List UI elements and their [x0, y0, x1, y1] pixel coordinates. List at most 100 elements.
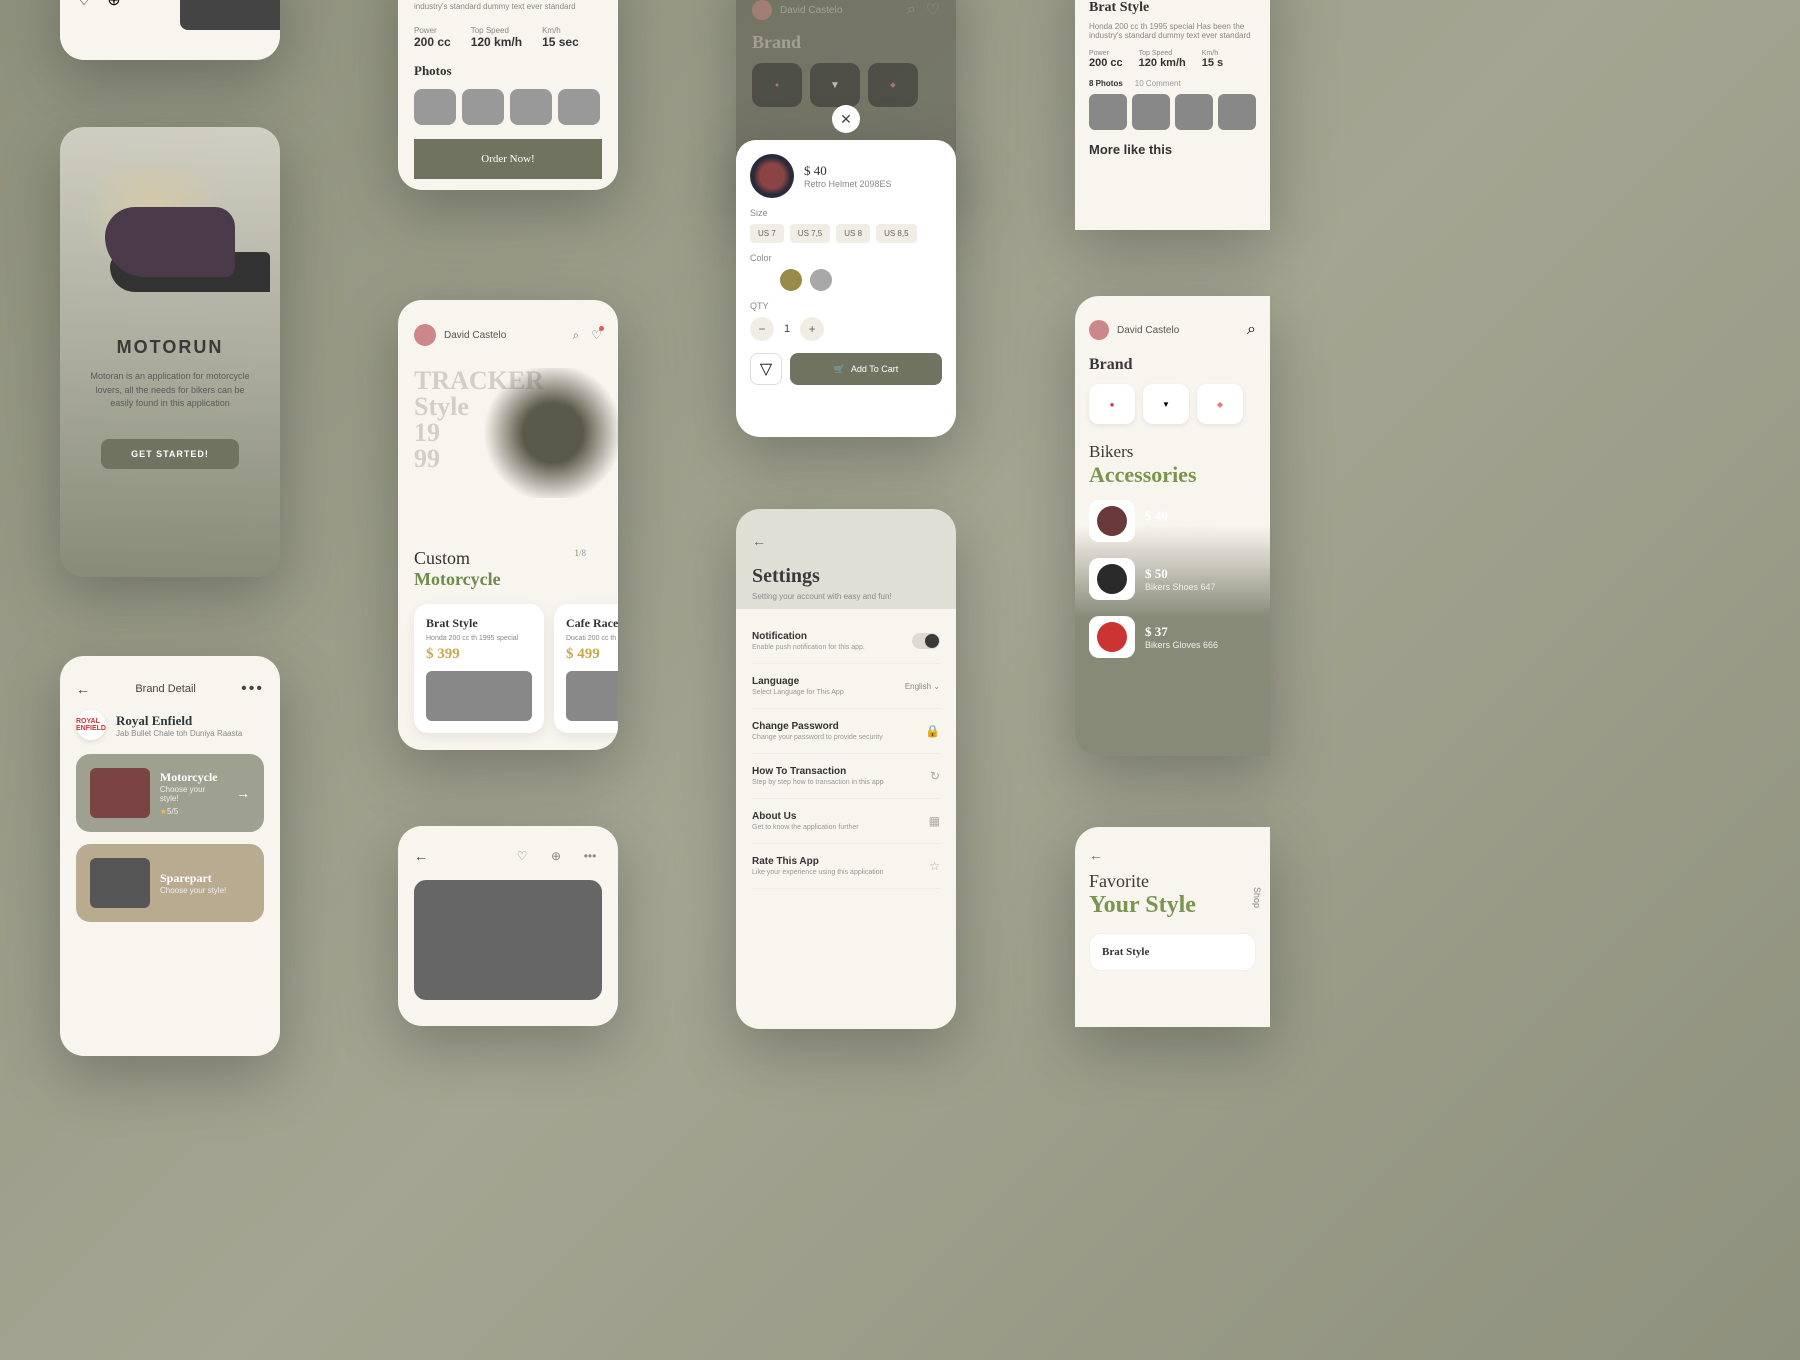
arrow-right-icon[interactable]: →	[236, 785, 250, 801]
search-icon[interactable]: ⌕	[573, 328, 580, 343]
card-subtitle: Choose your style!	[160, 886, 226, 895]
favorite-screen: ← Favorite Your Style Shop Brat Style	[1075, 827, 1270, 1027]
bell-icon[interactable]: ♡	[591, 328, 602, 343]
setting-row-password[interactable]: Change PasswordChange your password to p…	[752, 709, 940, 754]
setting-row-language[interactable]: LanguageSelect Language for This App Eng…	[752, 664, 940, 709]
back-icon[interactable]: ←	[752, 533, 766, 549]
color-swatch[interactable]	[750, 269, 772, 291]
card-subtitle: Choose your style!	[160, 785, 226, 803]
add-to-cart-button[interactable]: 🛒Add To Cart	[790, 353, 942, 385]
get-started-button[interactable]: GET STARTED!	[101, 439, 239, 469]
avatar[interactable]	[414, 324, 436, 346]
size-option[interactable]: US 7	[750, 224, 784, 243]
photo-thumb[interactable]	[462, 89, 504, 125]
more-like-heading: More like this	[1089, 142, 1256, 157]
accessory-item[interactable]: $ 37Bikers Gloves 666	[1075, 608, 1270, 666]
rating: ★5/5	[160, 807, 226, 816]
size-option[interactable]: US 7,5	[790, 224, 830, 243]
setting-row-transaction[interactable]: How To TransactionStep by step how to tr…	[752, 754, 940, 799]
brand-name: Royal Enfield	[116, 713, 242, 729]
brand-chip[interactable]: ▼	[1143, 384, 1189, 424]
photos-count[interactable]: 8 Photos	[1089, 79, 1123, 88]
brand-chip-harley[interactable]: ◆	[868, 63, 918, 107]
close-icon[interactable]: ✕	[832, 105, 860, 133]
more-icon[interactable]: •••	[241, 680, 264, 698]
bike-sub: Ducati 200 cc th special edition	[566, 635, 618, 642]
more-icon[interactable]: •••	[578, 844, 602, 868]
brand-chip-triumph[interactable]: ▼	[810, 63, 860, 107]
photo-thumb[interactable]	[1132, 94, 1170, 130]
bookmark-icon[interactable]: ▽	[750, 353, 782, 385]
accessory-item[interactable]: $ 50Bikers Shoes 647	[1075, 550, 1270, 608]
brand-chip-enfield[interactable]: ●	[752, 63, 802, 107]
photo-thumb[interactable]	[1218, 94, 1256, 130]
back-icon[interactable]: ←	[414, 848, 428, 864]
order-button[interactable]: Order Now!	[414, 139, 602, 179]
page-subtitle: Setting your account with easy and fun!	[752, 592, 940, 601]
avatar[interactable]	[1089, 320, 1109, 340]
brand-chip[interactable]: ●	[1089, 384, 1135, 424]
accessories-screen: David Castelo ⌕ Brand ● ▼ ◆ BikersAccess…	[1075, 296, 1270, 756]
user-name: David Castelo	[1117, 325, 1239, 336]
setting-row-rate[interactable]: Rate This AppLike your experience using …	[752, 844, 940, 889]
shop-tab[interactable]: Shop	[1252, 887, 1262, 908]
plus-icon[interactable]: +	[800, 317, 824, 341]
photo-thumb[interactable]	[558, 89, 600, 125]
section-title-2: Motorcycle	[414, 569, 501, 589]
minus-icon[interactable]: −	[750, 317, 774, 341]
app-description: Motoran is an application for motorcycle…	[60, 358, 280, 423]
search-icon[interactable]: ⌕	[907, 0, 916, 20]
section-title-1: Custom	[414, 548, 470, 568]
product-name: Retro Helmet 2098ES	[804, 179, 892, 189]
photo-thumb[interactable]	[414, 89, 456, 125]
spec-label-topspeed: Top Speed	[471, 26, 522, 35]
search-icon[interactable]: ⌕	[1247, 321, 1256, 339]
size-option[interactable]: US 8	[836, 224, 870, 243]
back-icon[interactable]: ←	[76, 681, 90, 697]
toggle-icon[interactable]	[912, 633, 940, 649]
home-screen: David Castelo ⌕ ♡ TRACKERStyle1999 Custo…	[398, 300, 618, 750]
specs-screen: Honda 200 cc th 1995 special Has been th…	[398, 0, 618, 190]
heart-icon[interactable]: ♡	[510, 844, 534, 868]
add-icon[interactable]: ⊕	[544, 844, 568, 868]
spec-label-kmh: Km/h	[542, 26, 579, 35]
category-card-motorcycle[interactable]: Motorcycle Choose your style! ★5/5 →	[76, 754, 264, 832]
setting-row-notification[interactable]: NotificationEnable push notification for…	[752, 619, 940, 664]
photo-thumb[interactable]	[1089, 94, 1127, 130]
color-swatch[interactable]	[780, 269, 802, 291]
avatar[interactable]	[752, 0, 772, 20]
page-title: Settings	[752, 565, 940, 588]
brand-chip[interactable]: ◆	[1197, 384, 1243, 424]
setting-row-about[interactable]: About UsGet to know the application furt…	[752, 799, 940, 844]
user-name: David Castelo	[780, 5, 842, 16]
size-label: Size	[750, 208, 942, 218]
gloves-icon	[1097, 622, 1127, 652]
star-icon: ★	[160, 807, 167, 816]
grid-icon: ▦	[929, 814, 940, 828]
shoes-icon	[1097, 564, 1127, 594]
bike-image	[180, 0, 280, 30]
accessory-item[interactable]: $ 40Retro Helmet 209	[1075, 492, 1270, 550]
bike-card[interactable]: Cafe Racer Ducati 200 cc th special edit…	[554, 604, 618, 733]
heart-icon[interactable]: ♡	[74, 0, 94, 10]
qty-value: 1	[784, 323, 790, 335]
size-option[interactable]: US 8,5	[876, 224, 916, 243]
photo-thumb[interactable]	[510, 89, 552, 125]
onboarding-screen: MOTORUN Motoran is an application for mo…	[60, 127, 280, 577]
bell-icon[interactable]: ♡	[926, 0, 940, 20]
section-title-1: Bikers	[1089, 442, 1256, 462]
comments-count[interactable]: 10 Comment	[1135, 79, 1181, 88]
spec-value-topspeed: 120 km/h	[471, 35, 522, 49]
back-icon[interactable]: ←	[1089, 847, 1103, 863]
star-icon: ☆	[929, 859, 940, 873]
favorite-card[interactable]: Brat Style	[1089, 933, 1256, 971]
color-swatch[interactable]	[810, 269, 832, 291]
photo-thumb[interactable]	[1175, 94, 1213, 130]
add-icon[interactable]: ⊕	[104, 0, 124, 10]
bike-price: $ 499	[566, 646, 618, 663]
card-title: Motorcycle	[160, 770, 226, 785]
category-card-sparepart[interactable]: Sparepart Choose your style!	[76, 844, 264, 922]
product-description: Honda 200 cc th 1995 special Has been th…	[414, 0, 602, 12]
spec-value-kmh: 15 sec	[542, 35, 579, 49]
bike-card[interactable]: Brat Style Honda 200 cc th 1995 special …	[414, 604, 544, 733]
